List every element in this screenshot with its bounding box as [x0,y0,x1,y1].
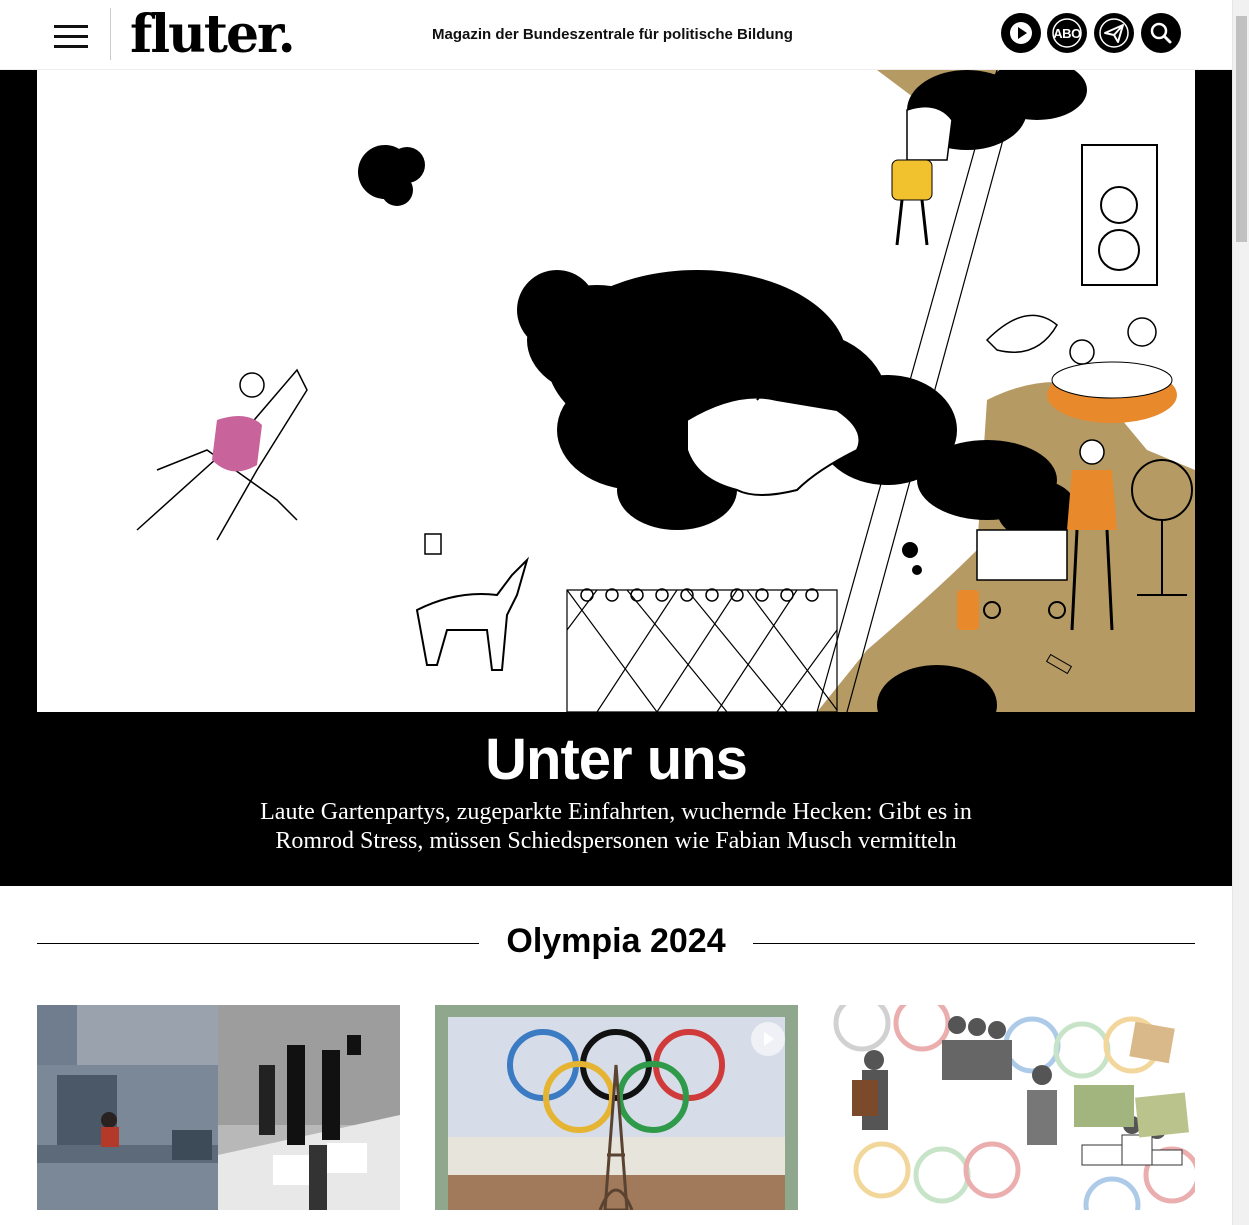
site-header: fluter. Magazin der Bundeszentrale für p… [0,0,1232,70]
teaser-image-3 [832,1005,1195,1210]
hero-subtitle: Laute Gartenpartys, zugeparkte Einfahrte… [260,799,972,854]
video-play-icon[interactable] [751,1022,785,1056]
hero-title[interactable]: Unter uns [0,726,1232,793]
search-icon[interactable] [1141,13,1181,53]
abo-button[interactable]: ABO [1047,13,1087,53]
teaser-image-2 [448,1017,785,1210]
section-heading: Olympia 2024 [37,920,1195,966]
teaser-card-3[interactable] [832,1005,1195,1210]
hero-illustration[interactable] [37,70,1195,712]
scrollbar-thumb[interactable] [1236,16,1247,242]
site-tagline: Magazin der Bundeszentrale für politisch… [432,26,793,43]
hero-teaser[interactable]: Unter uns Laute Gartenpartys, zugeparkte… [0,70,1232,886]
teaser-image-1 [37,1005,400,1210]
teaser-card-2[interactable] [435,1005,798,1210]
section-title[interactable]: Olympia 2024 [37,922,1195,961]
teaser-card-1[interactable] [37,1005,400,1210]
abo-label: ABO [1053,25,1081,41]
page-scrollbar[interactable] [1232,0,1249,1225]
header-divider [110,8,111,60]
play-icon[interactable] [1001,13,1041,53]
menu-icon[interactable] [54,25,88,49]
site-logo[interactable]: fluter. [130,0,296,70]
send-icon[interactable] [1094,13,1134,53]
